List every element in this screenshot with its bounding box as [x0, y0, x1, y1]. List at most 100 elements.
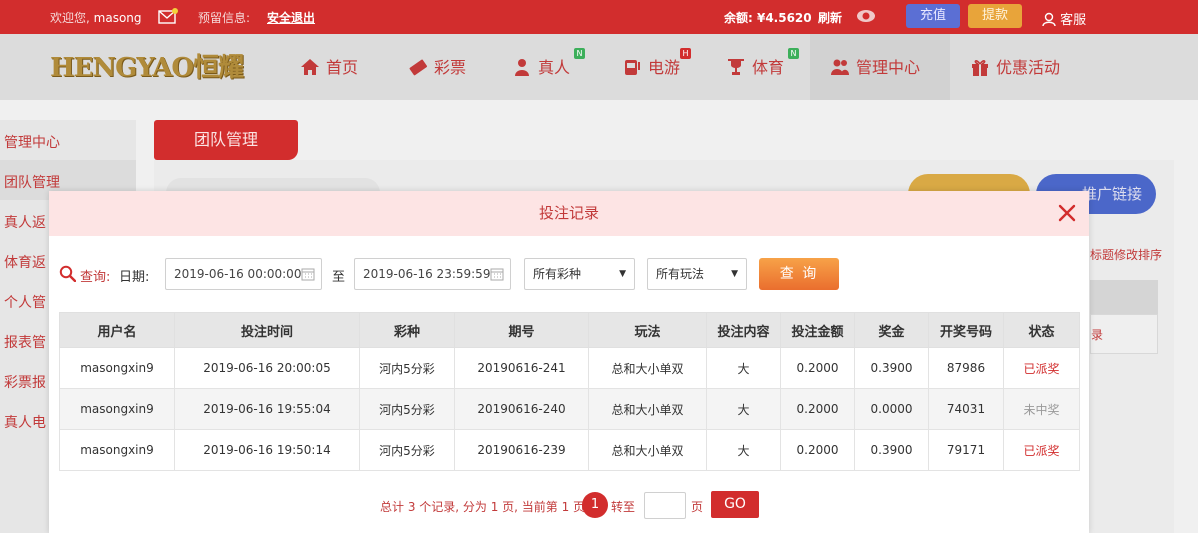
dealer-icon: [515, 59, 529, 76]
table-row[interactable]: masongxin9 2019-06-16 19:55:04 河内5分彩 201…: [59, 388, 1080, 430]
sidebar-item-live-rebate[interactable]: 真人返: [4, 212, 46, 232]
close-icon[interactable]: [1057, 203, 1077, 223]
trophy-icon: [728, 59, 744, 75]
users-icon: [831, 59, 849, 75]
goto-page-input[interactable]: [644, 492, 686, 519]
col-header-draw-number: 开奖号码: [928, 312, 1004, 348]
cell-draw-number: 74031: [928, 388, 1004, 430]
col-header-prize: 奖金: [854, 312, 929, 348]
gift-icon: [972, 60, 988, 76]
customer-service-link[interactable]: 客服: [1042, 9, 1086, 28]
status-badge: 未中奖: [1003, 388, 1080, 430]
cell-play: 总和大小单双: [588, 388, 707, 430]
nav-item-management[interactable]: 管理中心: [830, 56, 920, 80]
logout-link[interactable]: 安全退出: [267, 9, 315, 26]
status-badge: 已派奖: [1003, 347, 1080, 389]
sidebar-item-team-management[interactable]: 团队管理: [4, 172, 60, 192]
cell-draw-number: 87986: [928, 347, 1004, 389]
cell-issue: 20190616-239: [454, 429, 589, 471]
sidebar-item-personal[interactable]: 个人管: [4, 292, 46, 312]
cell-username: masongxin9: [59, 429, 175, 471]
eye-icon[interactable]: [856, 9, 876, 23]
balance-text: 余额: ¥4.5620: [724, 11, 812, 25]
cell-username: masongxin9: [59, 347, 175, 389]
welcome-text: 欢迎您, masong: [50, 11, 142, 25]
col-header-issue: 期号: [454, 312, 589, 348]
cell-draw-number: 79171: [928, 429, 1004, 471]
cell-bet-amount: 0.2000: [780, 347, 855, 389]
recharge-button[interactable]: 充值: [906, 4, 960, 28]
cell-lottery: 河内5分彩: [359, 429, 455, 471]
goto-label: 转至: [611, 500, 636, 514]
go-button[interactable]: GO: [711, 491, 759, 518]
query-label: 查询:: [80, 270, 111, 285]
background-table-header: [1090, 280, 1158, 314]
cell-bet-content: 大: [706, 388, 781, 430]
refresh-link[interactable]: 刷新: [818, 9, 842, 26]
site-logo[interactable]: HENGYAO恒耀: [50, 50, 258, 86]
bet-records-table: 用户名 投注时间 彩种 期号 玩法 投注内容 投注金额 奖金 开奖号码 状态 m…: [59, 312, 1080, 471]
query-button[interactable]: 查 询: [759, 258, 839, 290]
cell-play: 总和大小单双: [588, 347, 707, 389]
cell-lottery: 河内5分彩: [359, 347, 455, 389]
bet-records-modal: 投注记录 查询: 日期: 2019-06-16 00:00:00 至 2019-…: [49, 191, 1089, 533]
status-badge: 已派奖: [1003, 429, 1080, 471]
col-header-status: 状态: [1003, 312, 1080, 348]
slot-machine-icon: [625, 60, 640, 75]
dropdown-arrow-icon: ▼: [619, 269, 626, 279]
col-header-play: 玩法: [588, 312, 707, 348]
cell-issue: 20190616-241: [454, 347, 589, 389]
nav-item-promotions[interactable]: 优惠活动: [970, 56, 1060, 80]
nav-item-live[interactable]: 真人 N: [512, 48, 585, 80]
modal-title: 投注记录: [538, 204, 599, 222]
calendar-icon[interactable]: [301, 267, 315, 281]
date-from-field[interactable]: 2019-06-16 00:00:00: [165, 258, 322, 290]
username: masong: [93, 11, 142, 25]
reserved-info-label: 预留信息:: [198, 11, 251, 25]
ticket-icon: [409, 59, 428, 76]
cell-bet-amount: 0.2000: [780, 429, 855, 471]
cell-prize: 0.0000: [854, 388, 929, 430]
modal-header: 投注记录: [49, 191, 1089, 236]
nav-item-sports[interactable]: 体育 N: [726, 48, 799, 80]
sidebar-item-sports-rebate[interactable]: 体育返: [4, 252, 46, 272]
new-badge: N: [788, 48, 799, 59]
col-header-bet-amount: 投注金额: [780, 312, 855, 348]
hot-badge: H: [680, 48, 691, 59]
main-nav: HENGYAO恒耀 首页 彩票 真人 N 电游 H 体育 N 管理中心 优惠活动: [0, 34, 1198, 100]
cell-bet-time: 2019-06-16 19:50:14: [174, 429, 360, 471]
cell-bet-time: 2019-06-16 20:00:05: [174, 347, 360, 389]
background-table-cell[interactable]: 录: [1090, 314, 1158, 354]
new-badge: N: [574, 48, 585, 59]
cell-bet-content: 大: [706, 347, 781, 389]
nav-item-lottery[interactable]: 彩票: [408, 56, 466, 80]
date-to-field[interactable]: 2019-06-16 23:59:59: [354, 258, 511, 290]
cell-prize: 0.3900: [854, 347, 929, 389]
table-row[interactable]: masongxin9 2019-06-16 20:00:05 河内5分彩 201…: [59, 347, 1080, 389]
nav-item-home[interactable]: 首页: [300, 56, 358, 80]
home-icon: [301, 59, 319, 75]
cell-bet-content: 大: [706, 429, 781, 471]
page-unit-label: 页: [691, 500, 704, 514]
play-type-select[interactable]: 所有玩法 ▼: [647, 258, 747, 290]
sidebar-item-management-center[interactable]: 管理中心: [4, 132, 60, 152]
table-row[interactable]: masongxin9 2019-06-16 19:50:14 河内5分彩 201…: [59, 429, 1080, 471]
table-header-row: 用户名 投注时间 彩种 期号 玩法 投注内容 投注金额 奖金 开奖号码 状态: [59, 312, 1080, 348]
col-header-bet-time: 投注时间: [174, 312, 360, 348]
withdraw-button[interactable]: 提款: [968, 4, 1022, 28]
col-header-bet-content: 投注内容: [706, 312, 781, 348]
cell-bet-time: 2019-06-16 19:55:04: [174, 388, 360, 430]
cell-prize: 0.3900: [854, 429, 929, 471]
user-icon: [1042, 12, 1056, 27]
nav-item-slots[interactable]: 电游 H: [622, 48, 691, 80]
mail-icon[interactable]: [158, 8, 178, 24]
sidebar-item-lottery-report[interactable]: 彩票报: [4, 372, 46, 392]
page-tab-title[interactable]: 团队管理: [154, 120, 298, 160]
lottery-type-select[interactable]: 所有彩种 ▼: [524, 258, 635, 290]
cell-username: masongxin9: [59, 388, 175, 430]
current-page-button[interactable]: 1: [582, 492, 608, 518]
sidebar-item-live-slots[interactable]: 真人电: [4, 412, 46, 432]
calendar-icon[interactable]: [490, 267, 504, 281]
sidebar-item-reports[interactable]: 报表管: [4, 332, 46, 352]
pager-summary: 总计 3 个记录, 分为 1 页, 当前第 1 页: [380, 500, 586, 514]
